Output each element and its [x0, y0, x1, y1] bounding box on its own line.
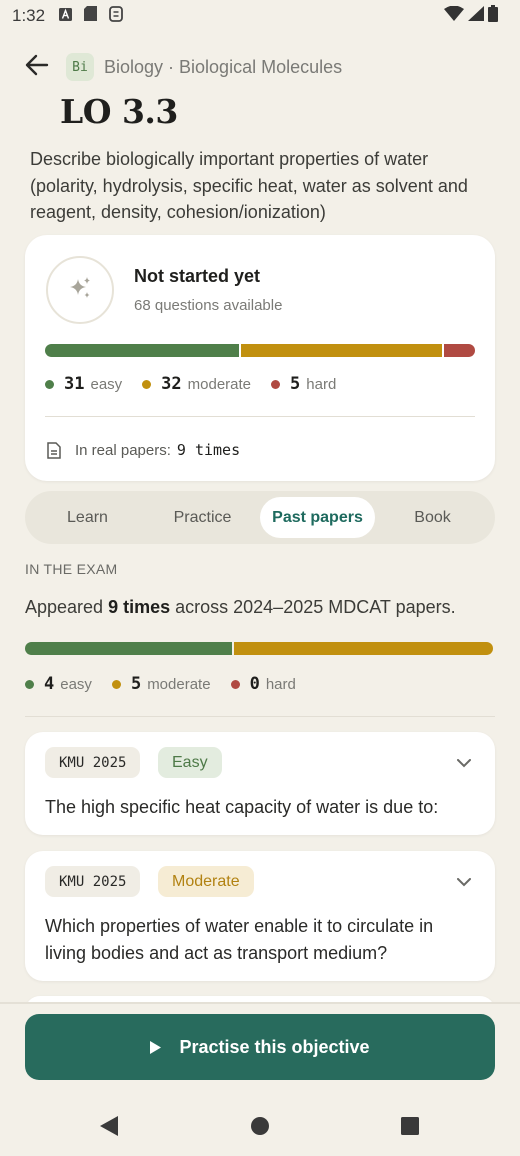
nav-back-icon[interactable] — [98, 1115, 120, 1137]
moderate-count: 32 — [161, 374, 182, 394]
question-text: The high specific heat capacity of water… — [45, 797, 439, 817]
easy-label: easy — [90, 375, 123, 393]
font-app-icon — [59, 6, 73, 26]
easy-count: 31 — [64, 374, 85, 394]
exam-moderate-segment — [234, 642, 493, 655]
system-icons — [444, 5, 498, 27]
progress-status: Not started yet — [134, 266, 261, 286]
paper-chip: KMU 2025 — [45, 747, 141, 778]
easy-dot — [45, 379, 54, 389]
paper-chip: KMU 2025 — [45, 866, 141, 897]
back-button[interactable] — [22, 52, 52, 82]
difficulty-chip: Moderate — [158, 866, 254, 897]
question-card[interactable]: KMU 2025 Easy The high specific heat cap… — [25, 732, 495, 835]
battery-icon — [488, 5, 498, 27]
exam-easy-count: 4 — [44, 674, 55, 694]
easy-segment — [45, 344, 240, 357]
document-icon — [47, 441, 61, 459]
objective-description: Describe biologically important properti… — [30, 149, 468, 222]
difficulty-legend: 31 easy 32 moderate 5 hard — [45, 374, 356, 394]
app-notification-icon — [109, 5, 123, 27]
appeared-times: 9 times — [108, 597, 171, 617]
legend-moderate: 32 moderate — [142, 374, 251, 394]
arrow-left-icon — [25, 54, 49, 81]
tab-learn[interactable]: Learn — [30, 497, 145, 538]
page-title: LO 3.3 — [60, 92, 178, 131]
wifi-icon — [444, 5, 464, 26]
chevron-down-icon[interactable] — [455, 873, 473, 891]
question-card[interactable]: KMU 2025 Moderate Which properties of wa… — [25, 851, 495, 981]
legend-hard: 5 hard — [271, 374, 336, 394]
exam-difficulty-legend: 4 easy 5 moderate 0 hard — [25, 674, 316, 694]
moderate-label: moderate — [147, 675, 211, 693]
system-navigation-bar — [0, 1096, 520, 1156]
questions-available: 68 questions available — [134, 297, 283, 314]
hard-dot — [271, 379, 281, 389]
sd-card-icon — [84, 6, 98, 26]
real-papers-label: In real papers: — [75, 441, 171, 459]
status-bar: 1:32 — [0, 0, 520, 32]
hard-count: 5 — [290, 374, 301, 394]
exam-appearance-summary: Appeared 9 times across 2024–2025 MDCAT … — [25, 597, 456, 618]
exam-moderate-count: 5 — [130, 674, 142, 694]
tab-book[interactable]: Book — [375, 497, 490, 538]
divider — [45, 416, 475, 417]
easy-label: easy — [60, 675, 92, 693]
practise-objective-button[interactable]: Practise this objective — [25, 1014, 495, 1080]
play-icon — [150, 1040, 162, 1054]
practise-label: Practise this objective — [179, 1036, 370, 1057]
hard-dot — [230, 679, 240, 689]
tab-past-papers[interactable]: Past papers — [260, 497, 375, 538]
hard-label: hard — [265, 675, 296, 693]
appeared-prefix: Appeared — [25, 597, 109, 617]
nav-home-icon[interactable] — [249, 1115, 271, 1137]
subject-badge: Bi — [66, 53, 94, 81]
question-text: Which properties of water enable it to c… — [45, 916, 434, 963]
exam-difficulty-bar — [25, 642, 493, 655]
appeared-suffix: across 2024–2025 MDCAT papers. — [170, 597, 456, 617]
real-papers-count: In real papers: 9 times — [47, 441, 240, 459]
hard-label: hard — [306, 375, 337, 393]
moderate-segment — [241, 344, 442, 357]
exam-easy-segment — [25, 642, 233, 655]
chevron-down-icon[interactable] — [455, 754, 473, 772]
moderate-label: moderate — [187, 375, 252, 393]
exam-legend-moderate: 5 moderate — [111, 674, 211, 694]
progress-ring — [46, 256, 114, 324]
divider — [25, 716, 495, 717]
hard-segment — [443, 344, 475, 357]
moderate-dot — [111, 679, 121, 689]
section-tabs: Learn Practice Past papers Book — [25, 491, 495, 544]
real-papers-value: 9 times — [176, 441, 241, 459]
easy-dot — [25, 679, 34, 689]
tab-practice[interactable]: Practice — [145, 497, 260, 538]
legend-easy: 31 easy — [45, 374, 122, 394]
clock: 1:32 — [12, 6, 46, 25]
exam-legend-easy: 4 easy — [25, 674, 92, 694]
difficulty-distribution-bar — [45, 344, 475, 357]
breadcrumb[interactable]: Biology · Biological Molecules — [104, 57, 342, 78]
exam-legend-hard: 0 hard — [230, 674, 296, 694]
exam-hard-count: 0 — [249, 674, 260, 694]
moderate-dot — [142, 379, 152, 389]
progress-card: Not started yet 68 questions available 3… — [25, 235, 495, 481]
difficulty-chip: Easy — [158, 747, 222, 778]
sparkle-icon — [67, 275, 93, 306]
nav-recents-icon[interactable] — [399, 1115, 421, 1137]
section-heading: IN THE EXAM — [25, 561, 118, 577]
signal-icon — [468, 6, 484, 26]
top-app-bar: Bi Biology · Biological Molecules — [22, 48, 502, 86]
